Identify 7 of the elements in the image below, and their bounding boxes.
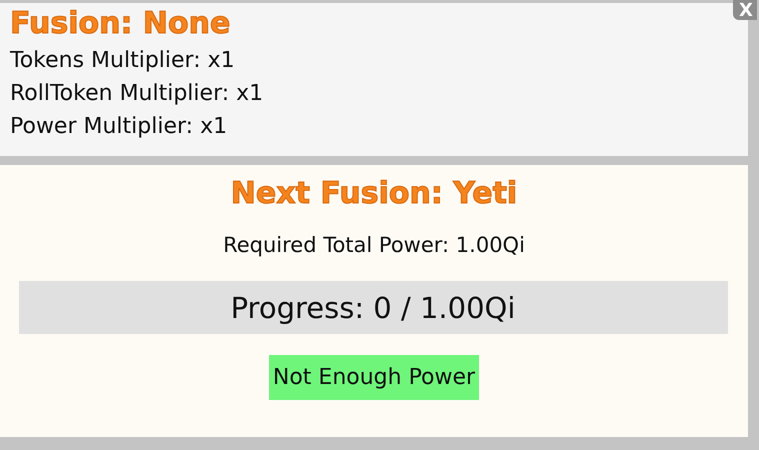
next-fusion-title: Next Fusion: Yeti [230, 177, 518, 211]
multiplier-text: RollToken Multiplier: x1 [10, 80, 264, 108]
requirement-text: Required Total Power: 1.00Qi [223, 233, 525, 257]
progress-text: Progress: 0 / 1.00Qi [230, 290, 516, 324]
fusion-title: Fusion: None [10, 7, 232, 41]
multiplier-text: Power Multiplier: x1 [10, 113, 228, 141]
multiplier-text: Tokens Multiplier: x1 [10, 47, 236, 75]
